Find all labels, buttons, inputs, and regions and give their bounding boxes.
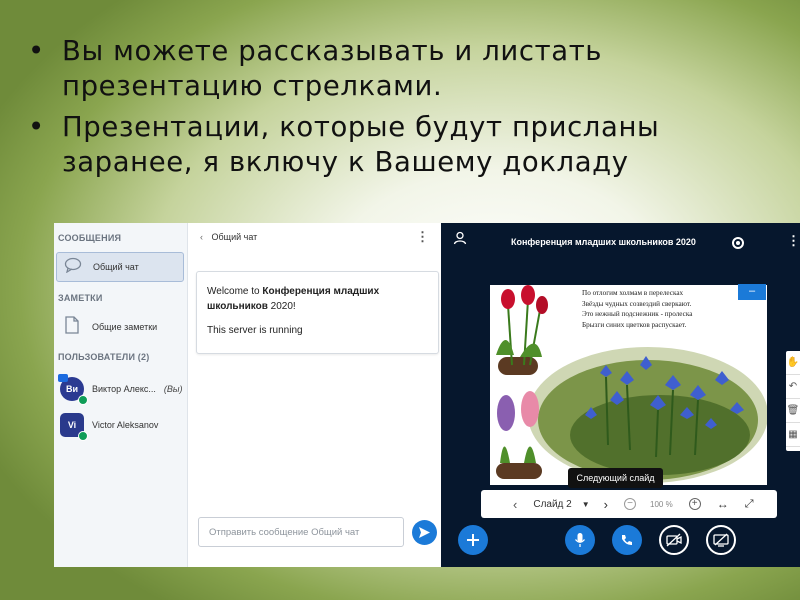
annotation-toolbar: ✋ ↶ 🗑 ▦ (786, 351, 800, 451)
chat-header[interactable]: ‹ Общий чат (200, 232, 257, 242)
slide-poem: По отлогим холмам в перелесках Звёзды чу… (582, 289, 693, 329)
presenter-icon (58, 374, 68, 382)
user-list-item-self[interactable]: Ви Виктор Алекс... (Вы) (58, 374, 188, 405)
caret-down-icon[interactable]: ▼ (582, 500, 590, 509)
avatar: Vi (60, 413, 88, 441)
presentation-toolbar: ‹ Слайд 2 ▼ › − 100 % + ↔ ⤢ (481, 490, 777, 518)
send-button[interactable] (412, 520, 437, 545)
webcam-button[interactable] (659, 525, 689, 555)
presentation-slide: По отлогим холмам в перелесках Звёзды чу… (490, 285, 767, 485)
minimize-presentation-button[interactable]: – (738, 284, 766, 300)
chat-bubble-icon (61, 257, 85, 277)
user-name: Виктор Алекс... (92, 384, 156, 394)
next-slide-tooltip: Следующий слайд (568, 468, 663, 488)
audio-button[interactable] (612, 525, 642, 555)
chevron-left-icon[interactable]: ‹ (200, 232, 203, 242)
user-icon[interactable] (453, 231, 467, 245)
online-status-icon (78, 395, 88, 405)
screen-share-off-icon (713, 533, 729, 547)
bullet-2: • Презентации, которые будут присланы зар… (28, 111, 660, 178)
zoom-level: 100 % (650, 499, 673, 509)
welcome-message: Welcome to Конференция младших школьнико… (196, 271, 439, 354)
shared-notes-label: Общие заметки (92, 322, 158, 332)
user-list-item[interactable]: Vi Victor Aleksanov (60, 411, 188, 441)
online-status-icon (78, 431, 88, 441)
slide-selector[interactable]: Слайд 2 (533, 499, 571, 510)
microphone-icon (574, 533, 586, 547)
chat-panel: ‹ Общий чат ⋮ Welcome to Конференция мла… (188, 223, 441, 567)
user-sidebar: СООБЩЕНИЯ Общий чат ЗАМЕТКИ Общие заметк… (54, 223, 188, 567)
camera-off-icon (666, 533, 682, 547)
bbb-screenshot: СООБЩЕНИЯ Общий чат ЗАМЕТКИ Общие заметк… (54, 223, 800, 567)
fit-width-icon[interactable]: ↔ (717, 497, 729, 511)
bullet-1: • Вы можете рассказывать и листать презен… (28, 35, 603, 102)
zoom-out-icon[interactable]: − (624, 498, 636, 510)
server-status: This server is running (207, 325, 303, 336)
sidebar-item-public-chat[interactable]: Общий чат (56, 252, 184, 282)
sidebar-item-shared-notes[interactable]: Общие заметки (56, 312, 184, 342)
hand-tool-icon[interactable]: ✋ (786, 351, 800, 375)
chat-title: Общий чат (211, 232, 258, 242)
meeting-title: Конференция младших школьников 2020 (511, 237, 696, 247)
notes-header: ЗАМЕТКИ (58, 293, 103, 303)
next-slide-icon[interactable]: › (604, 497, 608, 512)
fullscreen-icon[interactable]: ⤢ (745, 498, 754, 511)
messages-header: СООБЩЕНИЯ (58, 233, 122, 243)
zoom-in-icon[interactable]: + (688, 498, 701, 510)
public-chat-label: Общий чат (93, 262, 139, 272)
multi-user-whiteboard-icon[interactable]: ▦ (786, 423, 800, 447)
slide-bullets: • Вы можете рассказывать и листать презен… (28, 34, 768, 186)
presentation-area: Конференция младших школьников 2020 ⋮ По… (441, 223, 800, 567)
phone-icon (622, 535, 632, 546)
trash-icon[interactable]: 🗑 (786, 399, 800, 423)
document-icon (60, 316, 84, 338)
you-label: (Вы) (163, 384, 183, 394)
more-options-icon[interactable]: ⋮ (416, 229, 429, 245)
users-header: ПОЛЬЗОВАТЕЛИ (2) (58, 352, 150, 362)
previous-slide-icon[interactable]: ‹ (513, 497, 517, 512)
user-name: Victor Aleksanov (92, 420, 159, 430)
send-icon (419, 527, 430, 538)
message-input[interactable]: Отправить сообщение Общий чат (198, 517, 404, 547)
undo-icon[interactable]: ↶ (786, 375, 800, 399)
plus-icon (467, 534, 479, 546)
microphone-button[interactable] (565, 525, 595, 555)
actions-button[interactable] (458, 525, 488, 555)
avatar: Ви (58, 374, 88, 405)
record-icon[interactable] (732, 237, 744, 249)
screen-share-button[interactable] (706, 525, 736, 555)
more-options-icon[interactable]: ⋮ (787, 233, 800, 249)
